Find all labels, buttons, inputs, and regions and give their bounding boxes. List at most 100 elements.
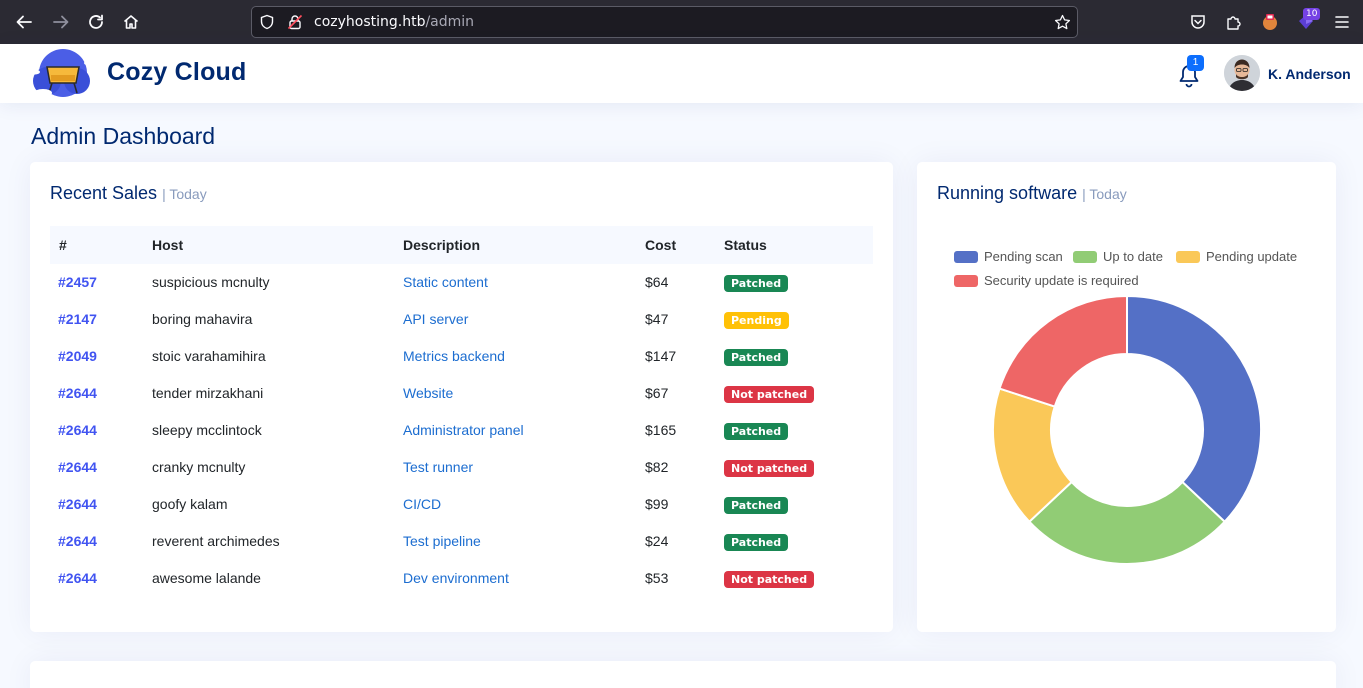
table-row[interactable]: #2644 tender mirzakhani Website $67 Not patc… [50,375,873,412]
running-software-title-text: Running software [937,183,1078,203]
table-row[interactable]: #2457 suspicious mcnulty Static content $64… [50,264,873,301]
description-link[interactable]: CI/CD [403,496,441,512]
cost-value: $165 [645,422,677,438]
status-badge: Not patched [724,460,815,477]
order-id-link[interactable]: #2644 [58,422,97,438]
url-text[interactable]: cozyhosting.htb/admin [314,14,474,30]
legend-swatch [954,274,978,287]
status-badge: Patched [724,497,789,514]
running-software-subtitle: | Today [1082,186,1127,202]
host-name: boring mahavira [152,311,253,327]
cost-value: $64 [645,274,669,290]
table-row[interactable]: #2644 goofy kalam CI/CD $99 Patched [50,486,873,523]
host-name: tender mirzakhani [152,385,264,401]
page-title: Admin Dashboard [31,123,216,149]
column-header-host[interactable]: Host [152,237,183,253]
table-row[interactable]: #2049 stoic varahamihira Metrics backend $1… [50,338,873,375]
legend-label: Up to date [1103,249,1163,264]
status-badge: Patched [724,423,789,440]
description-link[interactable]: Static content [403,274,488,290]
brand-name[interactable]: Cozy Cloud [107,58,247,87]
insecure-lock-icon[interactable] [287,14,303,34]
host-name: sleepy mcclintock [152,422,262,438]
legend-label: Pending update [1206,249,1298,264]
order-id-link[interactable]: #2049 [58,348,97,364]
order-id-link[interactable]: #2644 [58,533,97,549]
description-link[interactable]: Dev environment [403,570,509,586]
column-header-cost[interactable]: Cost [645,237,676,253]
cost-value: $82 [645,459,669,475]
running-software-title: Running software | Today [937,183,1127,204]
table-row[interactable]: #2644 cranky mcnulty Test runner $82 Not pat… [50,449,873,486]
order-id-link[interactable]: #2644 [58,496,97,512]
recent-sales-card: Recent Sales | Today # Host Description … [30,162,893,632]
back-icon[interactable] [12,10,36,34]
table-row[interactable]: #2644 reverent archimedes Test pipeline $24… [50,523,873,560]
slice-pending-scan[interactable] [1126,294,1262,524]
status-badge: Not patched [724,386,815,403]
running-software-card: Running software | Today Pending scan Up… [917,162,1336,632]
table-row[interactable]: #2644 sleepy mcclintock Administrator pane… [50,412,873,449]
host-name: cranky mcnulty [152,459,246,475]
legend-label: Pending scan [984,249,1063,264]
legend-item-up-to-date[interactable]: Up to date [1073,249,1163,264]
notification-count-badge: 1 [1187,55,1204,71]
pocket-icon[interactable] [1186,10,1210,34]
host-name: stoic varahamihira [152,348,266,364]
table-row[interactable]: #2644 awesome lalande Dev environment $53 No… [50,560,873,597]
slice-security-update-required[interactable] [998,294,1128,408]
extension-badge: 10 [1303,8,1321,20]
cost-value: $47 [645,311,669,327]
sales-table-header: # Host Description Cost Status [50,226,873,264]
column-header-description[interactable]: Description [403,237,480,253]
legend-swatch [1073,250,1097,263]
cost-value: $99 [645,496,669,512]
description-link[interactable]: API server [403,311,468,327]
order-id-link[interactable]: #2644 [58,385,97,401]
cost-value: $67 [645,385,669,401]
description-link[interactable]: Administrator panel [403,422,524,438]
host-name: goofy kalam [152,496,228,512]
recent-sales-title-text: Recent Sales [50,183,158,203]
host-name: reverent archimedes [152,533,280,549]
hamburger-menu-icon[interactable] [1330,10,1354,34]
status-badge: Patched [724,275,789,292]
legend-item-pending-update[interactable]: Pending update [1176,249,1297,264]
browser-toolbar: cozyhosting.htb/admin 10 [0,0,1363,44]
description-link[interactable]: Website [403,385,453,401]
status-badge: Pending [724,312,789,329]
legend-swatch [1176,250,1200,263]
forward-icon[interactable] [49,10,73,34]
extensions-puzzle-icon[interactable] [1222,10,1246,34]
cost-value: $53 [645,570,669,586]
order-id-link[interactable]: #2644 [58,570,97,586]
description-link[interactable]: Test pipeline [403,533,481,549]
app-header: Cozy Cloud 1 K. Anderson [0,44,1363,103]
status-badge: Patched [724,349,789,366]
cost-value: $147 [645,348,677,364]
table-row[interactable]: #2147 boring mahavira API server $47 Pending [50,301,873,338]
home-icon[interactable] [119,10,143,34]
status-badge: Patched [724,534,789,551]
user-avatar[interactable] [1224,55,1260,91]
url-bar[interactable]: cozyhosting.htb/admin [251,6,1078,38]
reload-icon[interactable] [84,10,108,34]
column-header-number[interactable]: # [59,237,67,253]
shield-icon[interactable] [259,14,275,34]
column-header-status[interactable]: Status [724,237,767,253]
host-name: suspicious mcnulty [152,274,270,290]
order-id-link[interactable]: #2457 [58,274,97,290]
order-id-link[interactable]: #2644 [58,459,97,475]
status-badge: Not patched [724,571,815,588]
description-link[interactable]: Metrics backend [403,348,505,364]
description-link[interactable]: Test runner [403,459,473,475]
user-name[interactable]: K. Anderson [1268,66,1351,82]
bottom-card [30,661,1336,688]
cost-value: $24 [645,533,669,549]
foxyproxy-icon[interactable] [1258,10,1282,34]
order-id-link[interactable]: #2147 [58,311,97,327]
legend-item-pending-scan[interactable]: Pending scan [954,249,1063,264]
legend-swatch [954,250,978,263]
bookmark-star-icon[interactable] [1054,14,1071,35]
cozy-cloud-logo[interactable] [27,45,97,103]
